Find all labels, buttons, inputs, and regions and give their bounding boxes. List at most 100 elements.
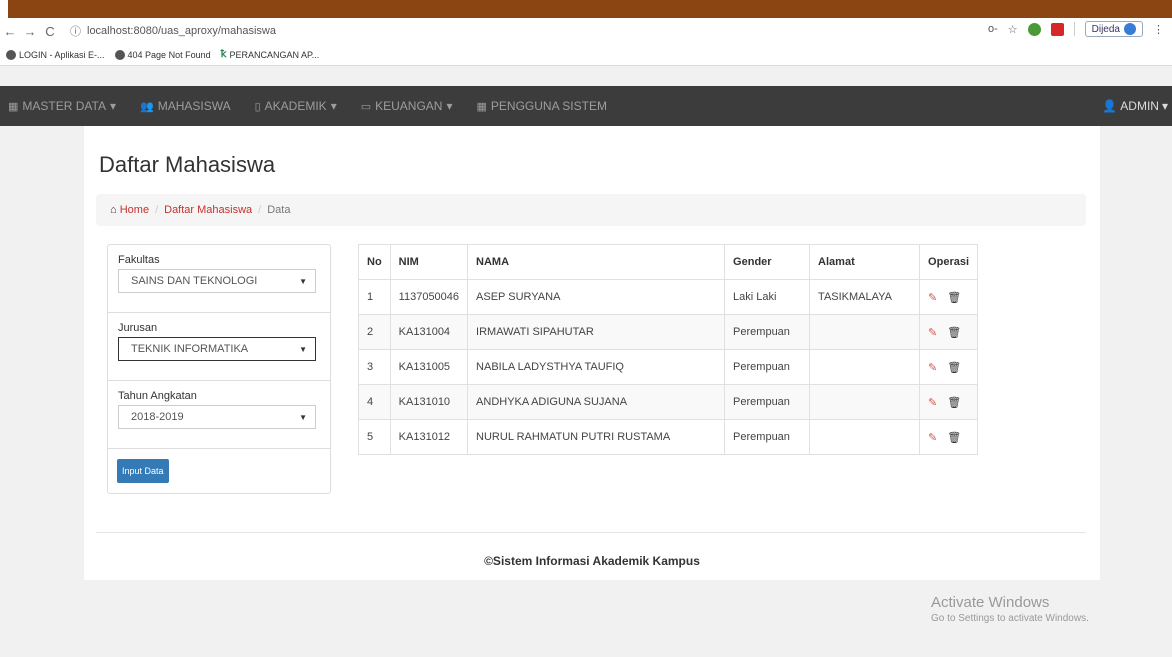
menu-icon[interactable]: ⋮ (1153, 23, 1164, 36)
col-no: No (358, 244, 391, 280)
chevron-down-icon: ▼ (299, 276, 307, 286)
table-header-row: No NIM NAMA Gender Alamat Operasi (358, 244, 979, 280)
jurusan-value: TEKNIK INFORMATIKA (131, 343, 249, 355)
cell-nim: KA131010 (389, 384, 469, 420)
bookmark-404[interactable]: 404 Page Not Found (114, 49, 211, 60)
tahun-label: Tahun Angkatan (118, 390, 197, 402)
edit-icon[interactable]: ✎ (928, 361, 937, 374)
user-label: ADMIN (1120, 99, 1159, 113)
nav-pengguna-sistem[interactable]: ▦ PENGGUNA SISTEM (465, 99, 619, 113)
input-data-button[interactable]: Input Data (117, 459, 169, 483)
toolbar-divider (1073, 22, 1075, 36)
edit-icon[interactable]: ✎ (928, 291, 937, 304)
cell-operasi: ✎ 🗑 (919, 314, 979, 350)
globe-icon (114, 49, 125, 60)
caret-down-icon: ▾ (109, 99, 116, 113)
back-icon[interactable]: ← (0, 24, 20, 39)
footer-text: ©Sistem Informasi Akademik Kampus (484, 554, 700, 568)
nav-label: MASTER DATA (22, 99, 106, 113)
table-row: 5 KA131012 NURUL RAHMATUN PUTRI RUSTAMA … (358, 419, 979, 455)
fakultas-select[interactable]: SAINS DAN TEKNOLOGI ▼ (118, 269, 316, 293)
window-corner (0, 0, 8, 18)
bookmark-label: PERANCANGAN AP... (229, 49, 320, 60)
browser-toolbar-icons: o‑ ☆ Dijeda ⋮ (988, 21, 1164, 37)
trash-icon[interactable]: 🗑 (947, 326, 961, 339)
url-field[interactable]: ⓘ localhost:8080/uas_aproxy/mahasiswa (70, 23, 276, 39)
card-icon: ▭ (360, 100, 372, 113)
fakultas-value: SAINS DAN TEKNOLOGI (131, 275, 258, 287)
forward-icon[interactable]: → (20, 24, 40, 39)
nav-keuangan[interactable]: ▭ KEUANGAN ▾ (349, 99, 465, 113)
cell-gender: Perempuan (724, 419, 811, 455)
cell-gender: Perempuan (724, 384, 811, 420)
cell-nama: ASEP SURYANA (467, 279, 726, 315)
book-icon: ▯ (254, 100, 261, 113)
trash-icon[interactable]: 🗑 (947, 361, 961, 374)
bookmark-label: 404 Page Not Found (127, 49, 211, 60)
nav-master-data[interactable]: ▦ MASTER DATA ▾ (0, 99, 128, 113)
edit-icon[interactable]: ✎ (928, 431, 937, 444)
cell-alamat (809, 384, 921, 420)
jurusan-select[interactable]: TEKNIK INFORMATIKA ▼ (118, 337, 316, 361)
breadcrumb-current: Data (267, 204, 291, 216)
cell-nim: KA131012 (389, 419, 469, 455)
caret-down-icon: ▾ (330, 99, 337, 113)
table-icon: ▦ (8, 100, 19, 113)
edit-icon[interactable]: ✎ (928, 396, 937, 409)
main-navbar: ▦ MASTER DATA ▾ 👥 MAHASISWA ▯ AKADEMIK ▾… (0, 86, 1172, 126)
home-icon: ⌂ (110, 204, 117, 216)
breadcrumb-separator: / (258, 204, 262, 216)
fakultas-label: Fakultas (118, 254, 160, 266)
trash-icon[interactable]: 🗑 (947, 431, 961, 444)
cell-nama: NABILA LADYSTHYA TAUFIQ (467, 349, 726, 385)
star-icon[interactable]: ☆ (1008, 23, 1018, 36)
trash-icon[interactable]: 🗑 (947, 396, 961, 409)
footer-divider (96, 532, 1086, 533)
key-icon[interactable]: o‑ (988, 23, 998, 35)
cell-no: 3 (358, 349, 391, 385)
col-nama: NAMA (467, 244, 726, 280)
bookmark-perancangan[interactable]: ꝁ PERANCANGAN AP... (221, 49, 320, 60)
extension-icon[interactable] (1027, 22, 1041, 36)
k-logo-icon: ꝁ (220, 49, 227, 60)
reload-icon[interactable]: C (40, 24, 60, 39)
tahun-group: Tahun Angkatan 2018-2019 ▼ (108, 381, 330, 449)
edit-icon[interactable]: ✎ (928, 326, 937, 339)
cell-gender: Perempuan (724, 314, 811, 350)
cell-no: 4 (358, 384, 391, 420)
mahasiswa-table: No NIM NAMA Gender Alamat Operasi 1 1137… (358, 244, 979, 455)
breadcrumb-home[interactable]: ⌂ Home (110, 204, 149, 216)
cell-gender: Laki Laki (724, 279, 811, 315)
bookmark-login[interactable]: LOGIN - Aplikasi E-... (6, 49, 105, 60)
cell-nama: ANDHYKA ADIGUNA SUJANA (467, 384, 726, 420)
breadcrumb-home-label: Home (119, 204, 150, 216)
page-title: Daftar Mahasiswa (99, 152, 276, 177)
cell-alamat (809, 314, 921, 350)
users-icon: 👥 (140, 100, 154, 113)
caret-down-icon: ▾ (446, 99, 453, 113)
tahun-value: 2018-2019 (131, 411, 184, 423)
avatar (1124, 23, 1136, 35)
url-text: localhost:8080/uas_aproxy/mahasiswa (87, 25, 276, 37)
chevron-down-icon: ▼ (299, 412, 307, 422)
col-alamat: Alamat (809, 244, 921, 280)
pdf-extension-icon[interactable] (1050, 22, 1064, 36)
nav-user-menu[interactable]: 👤 ADMIN ▾ (1102, 99, 1168, 113)
breadcrumb-section[interactable]: Daftar Mahasiswa (164, 204, 252, 216)
watermark-subtitle: Go to Settings to activate Windows. (931, 613, 1089, 624)
cell-nim: KA131004 (389, 314, 469, 350)
main-content: Daftar Mahasiswa ⌂ Home / Daftar Mahasis… (84, 126, 1100, 580)
nav-akademik[interactable]: ▯ AKADEMIK ▾ (243, 99, 349, 113)
tahun-select[interactable]: 2018-2019 ▼ (118, 405, 316, 429)
cell-alamat (809, 349, 921, 385)
col-operasi: Operasi (919, 244, 979, 280)
cell-operasi: ✎ 🗑 (919, 384, 979, 420)
nav-mahasiswa[interactable]: 👥 MAHASISWA (128, 99, 243, 113)
nav-label: PENGGUNA SISTEM (490, 99, 607, 113)
cell-no: 1 (358, 279, 391, 315)
jurusan-label: Jurusan (118, 322, 158, 334)
breadcrumb-separator: / (155, 204, 159, 216)
profile-button[interactable]: Dijeda (1084, 21, 1143, 37)
cell-operasi: ✎ 🗑 (919, 419, 979, 455)
trash-icon[interactable]: 🗑 (947, 291, 961, 304)
